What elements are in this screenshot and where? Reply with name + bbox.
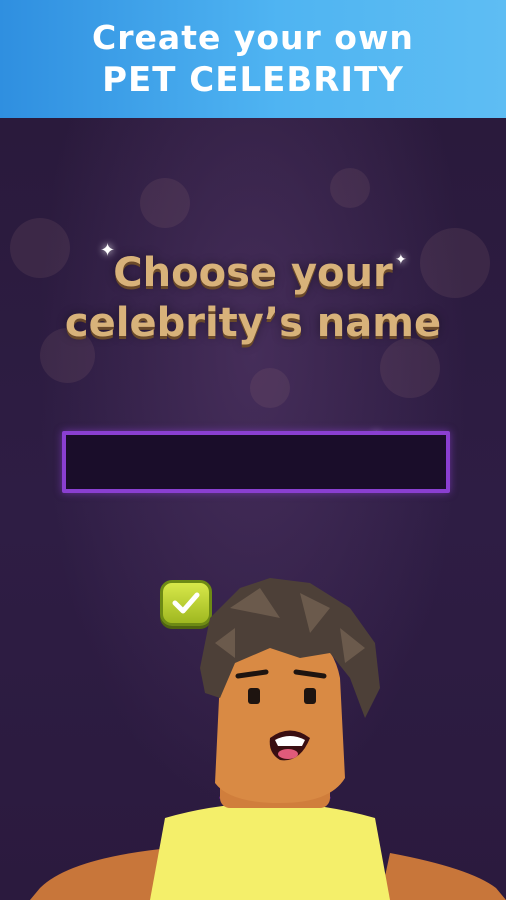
- bokeh-light: [140, 178, 190, 228]
- avatar-right-arm: [380, 853, 506, 900]
- avatar-tongue: [278, 749, 298, 759]
- celebrity-name-input[interactable]: [62, 431, 450, 493]
- name-prompt-title: Choose your celebrity’s name: [0, 248, 506, 348]
- avatar-right-eye: [304, 688, 316, 704]
- banner-line-2: PET CELEBRITY: [102, 60, 404, 100]
- title-line-1: Choose your: [113, 250, 393, 296]
- bokeh-light: [330, 168, 370, 208]
- avatar-left-eye: [248, 688, 260, 704]
- promo-banner: Create your own PET CELEBRITY: [0, 0, 506, 118]
- banner-line-1: Create your own: [92, 18, 414, 57]
- title-line-2: celebrity’s name: [64, 300, 442, 346]
- avatar-shirt: [150, 803, 390, 900]
- game-stage: ✦ ✦ ✦ Choose your celebrity’s name: [0, 118, 506, 900]
- celebrity-avatar: [30, 578, 506, 900]
- bokeh-light: [250, 368, 290, 408]
